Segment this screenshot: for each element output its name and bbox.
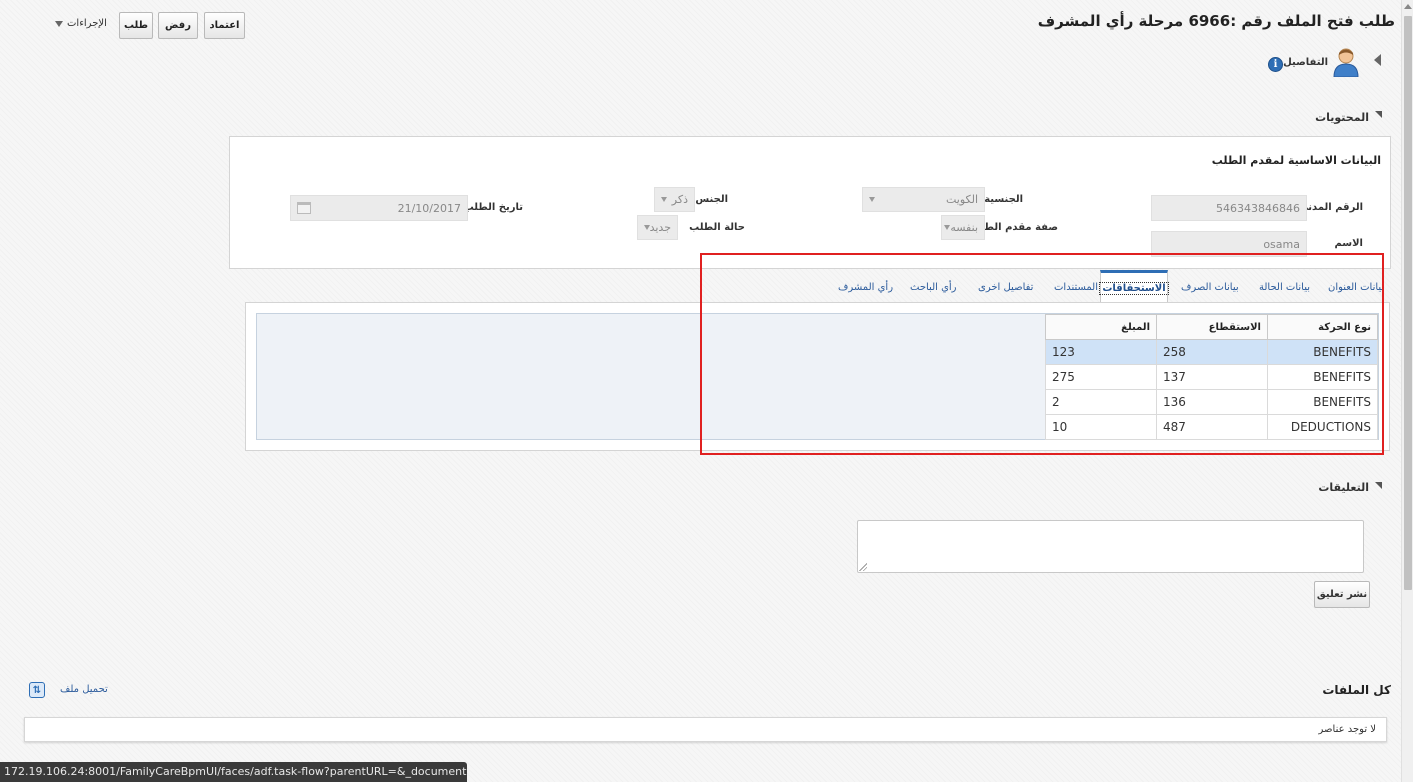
- name-label: الاسم: [1334, 238, 1363, 249]
- name-value: osama: [1263, 237, 1300, 251]
- dropdown-caret-icon: [944, 225, 951, 230]
- contents-section-label: المحتويات: [1315, 111, 1369, 124]
- tab-entitlements[interactable]: الاستحقاقات: [1099, 270, 1169, 303]
- applicant-type-value: بنفسه: [950, 221, 978, 234]
- tab-supervisor-opinion[interactable]: رأي المشرف: [838, 282, 893, 293]
- tab-address[interactable]: بيانات العنوان: [1328, 282, 1384, 293]
- request-status-value: جديد: [649, 221, 671, 234]
- info-icon[interactable]: i: [1268, 57, 1283, 72]
- tab-case-data[interactable]: بيانات الحالة: [1259, 282, 1310, 293]
- table-row[interactable]: DEDUCTIONS 487 10: [1045, 414, 1378, 440]
- entitlements-table-area: نوع الحركة الاستقطاع المبلغ BENEFITS 258…: [256, 313, 1379, 440]
- cell-deduction: 258: [1156, 339, 1268, 365]
- nationality-label: الجنسية: [984, 194, 1023, 205]
- gender-value: ذكر: [671, 193, 688, 206]
- civil-id-label: الرقم المدني: [1298, 202, 1363, 213]
- nationality-value: الكويت: [945, 193, 978, 206]
- chevron-down-icon: [55, 17, 63, 30]
- tab-other-details[interactable]: تفاصيل اخرى: [978, 282, 1033, 293]
- files-list: لا توجد عناصر: [24, 717, 1387, 742]
- cell-type: BENEFITS: [1267, 339, 1378, 365]
- scrollbar-thumb[interactable]: [1404, 16, 1412, 590]
- entitlements-table: نوع الحركة الاستقطاع المبلغ BENEFITS 258…: [1045, 314, 1378, 440]
- section-expanded-icon[interactable]: [1375, 111, 1382, 118]
- nationality-select[interactable]: الكويت: [862, 187, 985, 212]
- comment-textarea[interactable]: [857, 520, 1364, 573]
- user-avatar-icon: [1333, 47, 1359, 78]
- details-label: التفاصيل: [1283, 57, 1328, 68]
- request-date-label: تاريخ الطلب: [463, 202, 523, 213]
- vertical-scrollbar[interactable]: [1401, 0, 1413, 782]
- cell-type: BENEFITS: [1267, 389, 1378, 415]
- dropdown-caret-icon: [869, 197, 875, 202]
- upload-file-link[interactable]: تحميل ملف: [60, 684, 108, 695]
- civil-id-value: 546343846846: [1216, 201, 1300, 215]
- gender-label: الجنس: [695, 194, 728, 205]
- cell-amount: 10: [1045, 414, 1157, 440]
- name-field[interactable]: osama: [1151, 231, 1307, 257]
- comments-section-label: التعليقات: [1318, 481, 1369, 494]
- column-header-amount[interactable]: المبلغ: [1045, 314, 1157, 340]
- dropdown-caret-icon: [643, 225, 650, 230]
- actions-menu-label: الإجراءات: [67, 18, 107, 29]
- reject-button[interactable]: رفض: [158, 12, 198, 39]
- tab-disbursement[interactable]: بيانات الصرف: [1181, 282, 1239, 293]
- column-header-movement-type[interactable]: نوع الحركة: [1267, 314, 1378, 340]
- cell-type: DEDUCTIONS: [1267, 414, 1378, 440]
- dropdown-caret-icon: [661, 197, 667, 202]
- cell-deduction: 487: [1156, 414, 1268, 440]
- table-row[interactable]: BENEFITS 258 123: [1045, 339, 1378, 365]
- request-date-value: 21/10/2017: [397, 201, 461, 215]
- cell-amount: 123: [1045, 339, 1157, 365]
- section-expanded-icon[interactable]: [1375, 482, 1382, 489]
- upload-file-icon[interactable]: ⇅: [29, 682, 45, 698]
- request-status-label: حالة الطلب: [689, 222, 745, 233]
- collapse-details-icon[interactable]: [1374, 54, 1381, 66]
- resize-handle-icon[interactable]: [859, 563, 867, 571]
- cell-amount: 275: [1045, 364, 1157, 390]
- calendar-icon[interactable]: [297, 202, 311, 214]
- table-row[interactable]: BENEFITS 136 2: [1045, 389, 1378, 415]
- gender-select[interactable]: ذكر: [654, 187, 695, 212]
- actions-menu[interactable]: الإجراءات: [55, 17, 107, 30]
- scroll-up-icon[interactable]: [1404, 4, 1412, 9]
- cell-deduction: 137: [1156, 364, 1268, 390]
- table-row[interactable]: BENEFITS 137 275: [1045, 364, 1378, 390]
- civil-id-field[interactable]: 546343846846: [1151, 195, 1307, 221]
- tab-entitlements-label: الاستحقاقات: [1099, 281, 1169, 295]
- request-button[interactable]: طلب: [119, 12, 153, 39]
- files-title: كل الملفات: [1322, 683, 1391, 697]
- request-status-select[interactable]: جديد: [637, 215, 678, 240]
- browser-status-url: 172.19.106.24:8001/FamilyCareBpmUI/faces…: [0, 762, 467, 782]
- cell-amount: 2: [1045, 389, 1157, 415]
- page-title: طلب فتح الملف رقم :6966 مرحلة رأي المشرف: [1037, 12, 1395, 30]
- tab-researcher-opinion[interactable]: رأي الباحث: [910, 282, 957, 293]
- post-comment-button[interactable]: نشر تعليق: [1314, 581, 1370, 608]
- cell-deduction: 136: [1156, 389, 1268, 415]
- cell-type: BENEFITS: [1267, 364, 1378, 390]
- request-date-field[interactable]: 21/10/2017: [290, 195, 468, 221]
- tab-documents[interactable]: المستندات: [1054, 282, 1098, 293]
- column-header-deduction[interactable]: الاستقطاع: [1156, 314, 1268, 340]
- applicant-type-select[interactable]: بنفسه: [941, 215, 985, 240]
- approve-button[interactable]: اعتماد: [204, 12, 245, 39]
- panel-title: البيانات الاساسية لمقدم الطلب: [1211, 154, 1381, 167]
- files-empty-text: لا توجد عناصر: [1318, 724, 1376, 735]
